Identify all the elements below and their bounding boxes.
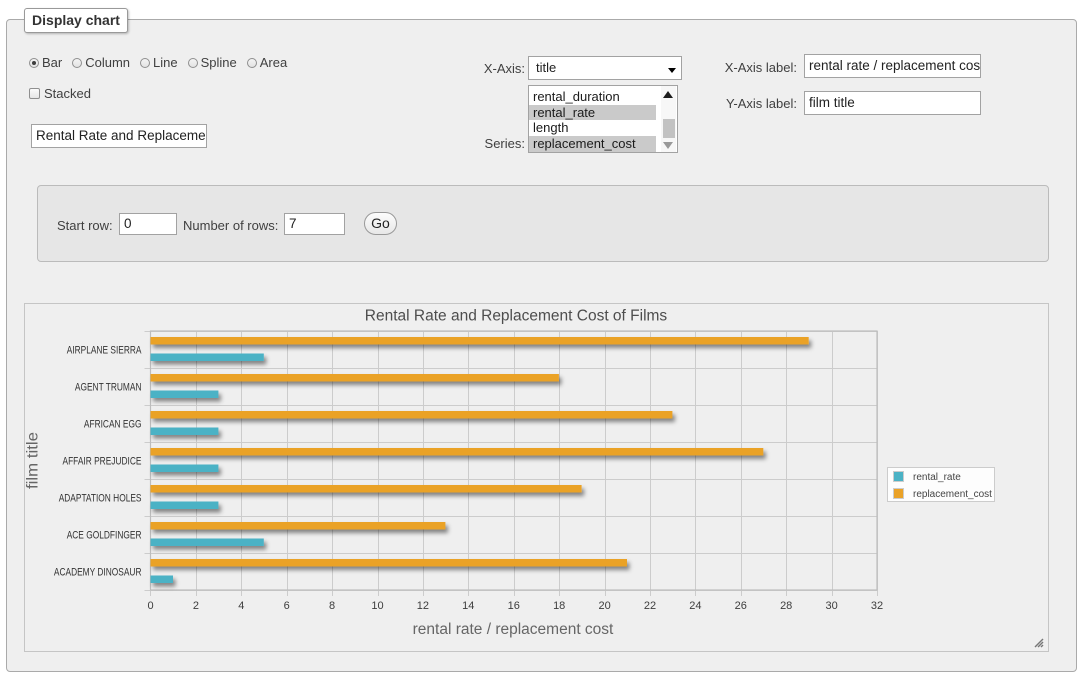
svg-text:6: 6 [284, 600, 290, 612]
svg-text:2: 2 [193, 600, 199, 612]
svg-text:30: 30 [825, 600, 837, 612]
svg-text:26: 26 [735, 600, 747, 612]
svg-text:Rental Rate and Replacement Co: Rental Rate and Replacement Cost of Film… [365, 308, 668, 325]
svg-text:0: 0 [147, 600, 153, 612]
svg-text:8: 8 [329, 600, 335, 612]
svg-text:10: 10 [371, 600, 383, 612]
svg-text:24: 24 [689, 600, 701, 612]
svg-text:28: 28 [780, 600, 792, 612]
svg-text:14: 14 [462, 600, 474, 612]
svg-text:22: 22 [644, 600, 656, 612]
svg-text:ADAPTATION HOLES: ADAPTATION HOLES [59, 493, 142, 505]
svg-text:20: 20 [598, 600, 610, 612]
svg-text:AFRICAN EGG: AFRICAN EGG [84, 419, 142, 431]
svg-text:ACADEMY DINOSAUR: ACADEMY DINOSAUR [54, 567, 142, 579]
svg-text:film title: film title [25, 432, 42, 489]
svg-text:18: 18 [553, 600, 565, 612]
svg-text:rental rate / replacement cost: rental rate / replacement cost [413, 621, 614, 638]
svg-text:32: 32 [871, 600, 883, 612]
svg-text:12: 12 [417, 600, 429, 612]
svg-text:AFFAIR PREJUDICE: AFFAIR PREJUDICE [63, 456, 142, 468]
svg-text:16: 16 [508, 600, 520, 612]
svg-text:AIRPLANE SIERRA: AIRPLANE SIERRA [67, 345, 142, 357]
svg-text:ACE GOLDFINGER: ACE GOLDFINGER [67, 530, 142, 542]
svg-text:AGENT TRUMAN: AGENT TRUMAN [75, 382, 142, 394]
svg-text:4: 4 [238, 600, 244, 612]
